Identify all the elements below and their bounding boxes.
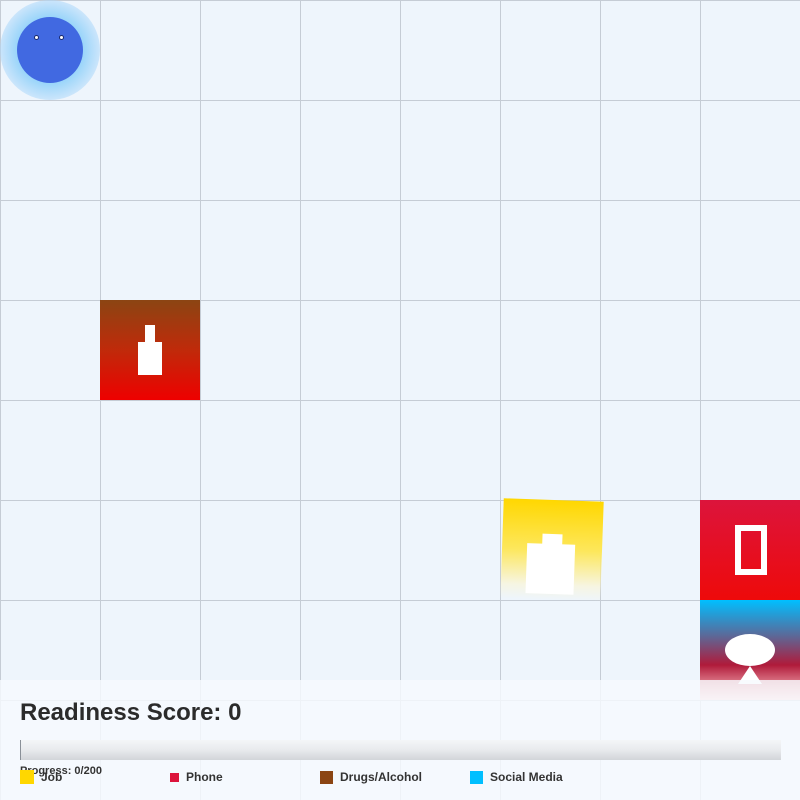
tile-job[interactable]: [500, 498, 604, 602]
player-right-eye: [59, 35, 64, 40]
player-left-eye: [34, 35, 39, 40]
legend-item-job: Job: [20, 770, 62, 784]
tile-phone[interactable]: [700, 500, 800, 600]
status-panel: Readiness Score: 0 Progress: 0/200 Job P…: [0, 680, 800, 800]
readiness-value: 0: [228, 699, 242, 726]
legend-swatch-social-media: [470, 770, 483, 784]
legend-swatch-drugs-alcohol: [320, 770, 333, 784]
legend-swatch-phone: [170, 772, 179, 782]
legend-label-drugs-alcohol: Drugs/Alcohol: [340, 770, 423, 784]
legend-label-job: Job: [41, 770, 63, 784]
speech-bubble-icon: [725, 634, 775, 666]
legend-item-social-media: Social Media: [470, 770, 563, 784]
tile-drugs-alcohol[interactable]: [100, 300, 200, 400]
legend-item-drugs-alcohol: Drugs/Alcohol: [320, 770, 422, 784]
readiness-label: Readiness Score:: [20, 699, 222, 726]
legend-label-phone: Phone: [186, 770, 223, 784]
legend-item-phone: Phone: [170, 770, 223, 784]
progress-bar: [20, 740, 781, 760]
player-avatar[interactable]: [17, 17, 83, 83]
legend-swatch-job: [20, 770, 34, 784]
bottle-icon-body: [138, 342, 162, 375]
bottle-icon: [145, 325, 155, 343]
briefcase-icon-body: [525, 543, 576, 595]
readiness-score: Readiness Score: 0: [20, 699, 241, 727]
legend-label-social-media: Social Media: [490, 770, 563, 784]
phone-icon: [735, 525, 767, 575]
